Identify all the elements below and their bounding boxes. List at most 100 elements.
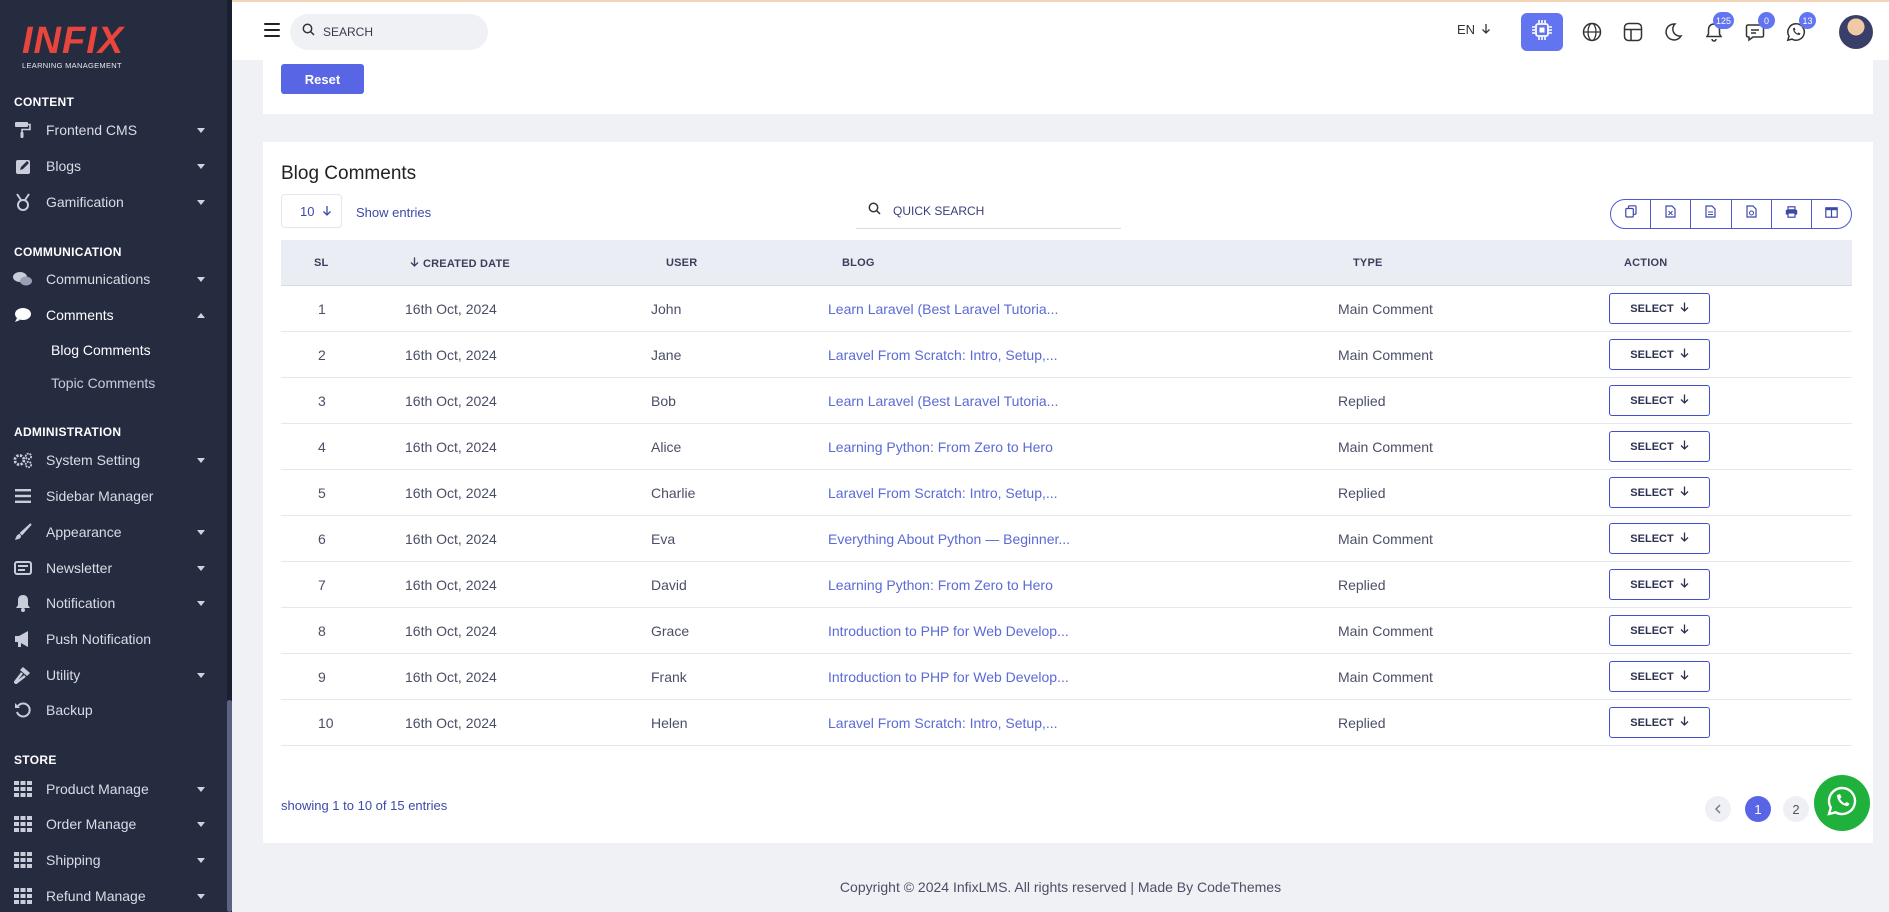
print-button[interactable]: [1772, 200, 1812, 228]
dark-mode-icon[interactable]: [1662, 21, 1684, 43]
pagination-page-2[interactable]: 2: [1783, 796, 1809, 822]
action-select-button[interactable]: SELECT: [1609, 661, 1710, 692]
pagination-page-1[interactable]: 1: [1745, 796, 1771, 822]
column-header-type[interactable]: TYPE: [1353, 257, 1383, 269]
sidebar-item-communications[interactable]: Communications: [0, 264, 227, 294]
sidebar-item-blogs[interactable]: Blogs: [0, 151, 227, 181]
bell-icon: [13, 593, 33, 613]
sidebar-item-order-manage[interactable]: Order Manage: [0, 809, 227, 839]
action-select-button[interactable]: SELECT: [1609, 707, 1710, 738]
pagination-prev[interactable]: [1705, 796, 1731, 822]
column-header-created-date[interactable]: CREATED DATE: [410, 257, 510, 270]
avatar[interactable]: [1839, 15, 1873, 49]
cell-blog-link[interactable]: Laravel From Scratch: Intro, Setup,...: [828, 347, 1058, 363]
menu-toggle-icon[interactable]: [264, 23, 280, 41]
action-select-button[interactable]: SELECT: [1609, 293, 1710, 324]
reset-button[interactable]: Reset: [281, 64, 364, 94]
cell-blog-link[interactable]: Laravel From Scratch: Intro, Setup,...: [828, 715, 1058, 731]
whatsapp-badge: 13: [1799, 12, 1816, 29]
table-row: 10 16th Oct, 2024 Helen Laravel From Scr…: [281, 700, 1852, 746]
copy-button[interactable]: [1611, 200, 1652, 228]
select-label: SELECT: [1630, 348, 1674, 361]
sidebar-subitem-blog-comments[interactable]: Blog Comments: [51, 342, 151, 358]
sidebar-item-product-manage[interactable]: Product Manage: [0, 774, 227, 804]
pdf-file-icon: [1745, 205, 1757, 223]
column-header-user[interactable]: USER: [666, 257, 697, 269]
action-select-button[interactable]: SELECT: [1609, 477, 1710, 508]
ai-chip-button[interactable]: [1521, 13, 1563, 51]
export-csv-button[interactable]: [1691, 200, 1732, 228]
column-header-blog[interactable]: BLOG: [842, 257, 875, 269]
cell-blog-link[interactable]: Learn Laravel (Best Laravel Tutoria...: [828, 393, 1058, 409]
cell-blog-link[interactable]: Learning Python: From Zero to Hero: [828, 577, 1053, 593]
sidebar-item-backup[interactable]: Backup: [0, 695, 227, 725]
whatsapp-header-icon[interactable]: 13: [1785, 12, 1816, 43]
column-label: CREATED DATE: [423, 257, 510, 270]
language-selector[interactable]: EN: [1457, 22, 1491, 37]
sidebar-subitem-topic-comments[interactable]: Topic Comments: [51, 375, 155, 391]
cell-blog-link[interactable]: Everything About Python — Beginner...: [828, 531, 1070, 547]
sidebar-item-utility[interactable]: Utility: [0, 660, 227, 690]
header-search[interactable]: [290, 14, 488, 50]
cell-blog-link[interactable]: Learning Python: From Zero to Hero: [828, 439, 1053, 455]
arrow-down-icon: [1680, 716, 1689, 729]
action-select-button[interactable]: SELECT: [1609, 339, 1710, 370]
cell-date: 16th Oct, 2024: [405, 669, 497, 685]
sidebar-scrollbar[interactable]: [227, 0, 232, 912]
sidebar-item-appearance[interactable]: Appearance: [0, 517, 227, 547]
cell-sl: 6: [318, 531, 326, 547]
arrow-down-icon: [322, 204, 332, 219]
action-select-button[interactable]: SELECT: [1609, 523, 1710, 554]
cell-sl: 10: [318, 715, 334, 731]
export-pdf-button[interactable]: [1732, 200, 1772, 228]
column-header-sl[interactable]: SL: [314, 257, 328, 269]
sidebar-item-push-notification[interactable]: Push Notification: [0, 624, 227, 654]
cell-date: 16th Oct, 2024: [405, 347, 497, 363]
quick-search-input[interactable]: [893, 204, 1093, 218]
sidebar-item-shipping[interactable]: Shipping: [0, 845, 227, 875]
cell-sl: 1: [318, 301, 326, 317]
cell-blog-link[interactable]: Introduction to PHP for Web Develop...: [828, 669, 1069, 685]
messages-icon[interactable]: 0: [1744, 12, 1775, 43]
select-label: SELECT: [1630, 670, 1674, 683]
sidebar-item-sidebar-manager[interactable]: Sidebar Manager: [0, 481, 227, 511]
cell-sl: 3: [318, 393, 326, 409]
medal-icon: [13, 192, 33, 212]
copy-icon: [1624, 205, 1637, 223]
sidebar-item-frontend-cms[interactable]: Frontend CMS: [0, 115, 227, 145]
action-select-button[interactable]: SELECT: [1609, 569, 1710, 600]
entries-per-page-select[interactable]: 10: [281, 194, 342, 228]
cell-blog-link[interactable]: Introduction to PHP for Web Develop...: [828, 623, 1069, 639]
sidebar-item-comments[interactable]: Comments: [0, 300, 227, 330]
action-select-button[interactable]: SELECT: [1609, 615, 1710, 646]
search-input[interactable]: [323, 25, 473, 39]
logo[interactable]: INFIX LEARNING MANAGEMENT: [22, 22, 124, 70]
cell-blog-link[interactable]: Learn Laravel (Best Laravel Tutoria...: [828, 301, 1058, 317]
chevron-down-icon: [197, 566, 205, 571]
whatsapp-chat-button[interactable]: [1814, 775, 1870, 831]
sidebar-item-refund-manage[interactable]: Refund Manage: [0, 881, 227, 911]
top-header: EN 125 0 13: [232, 2, 1889, 60]
globe-icon[interactable]: [1581, 21, 1603, 43]
cell-sl: 8: [318, 623, 326, 639]
select-label: SELECT: [1630, 578, 1674, 591]
sidebar-item-gamification[interactable]: Gamification: [0, 187, 227, 217]
sidebar-item-newsletter[interactable]: Newsletter: [0, 553, 227, 583]
action-select-button[interactable]: SELECT: [1609, 431, 1710, 462]
chevron-down-icon: [197, 601, 205, 606]
sidebar-item-notification[interactable]: Notification: [0, 588, 227, 618]
layout-icon[interactable]: [1622, 21, 1644, 43]
section-administration: ADMINISTRATION: [14, 425, 122, 439]
column-header-action[interactable]: ACTION: [1624, 257, 1667, 269]
notification-bell-icon[interactable]: 125: [1703, 12, 1734, 43]
quick-search[interactable]: [856, 194, 1121, 229]
show-entries-label: Show entries: [356, 205, 432, 220]
messages-badge: 0: [1758, 12, 1775, 29]
cell-blog-link[interactable]: Laravel From Scratch: Intro, Setup,...: [828, 485, 1058, 501]
action-select-button[interactable]: SELECT: [1609, 385, 1710, 416]
column-visibility-button[interactable]: [1812, 200, 1851, 228]
sidebar-item-system-setting[interactable]: System Setting: [0, 445, 227, 475]
entries-value: 10: [300, 203, 315, 219]
export-excel-button[interactable]: [1651, 200, 1692, 228]
sidebar-item-label: Frontend CMS: [46, 122, 138, 138]
